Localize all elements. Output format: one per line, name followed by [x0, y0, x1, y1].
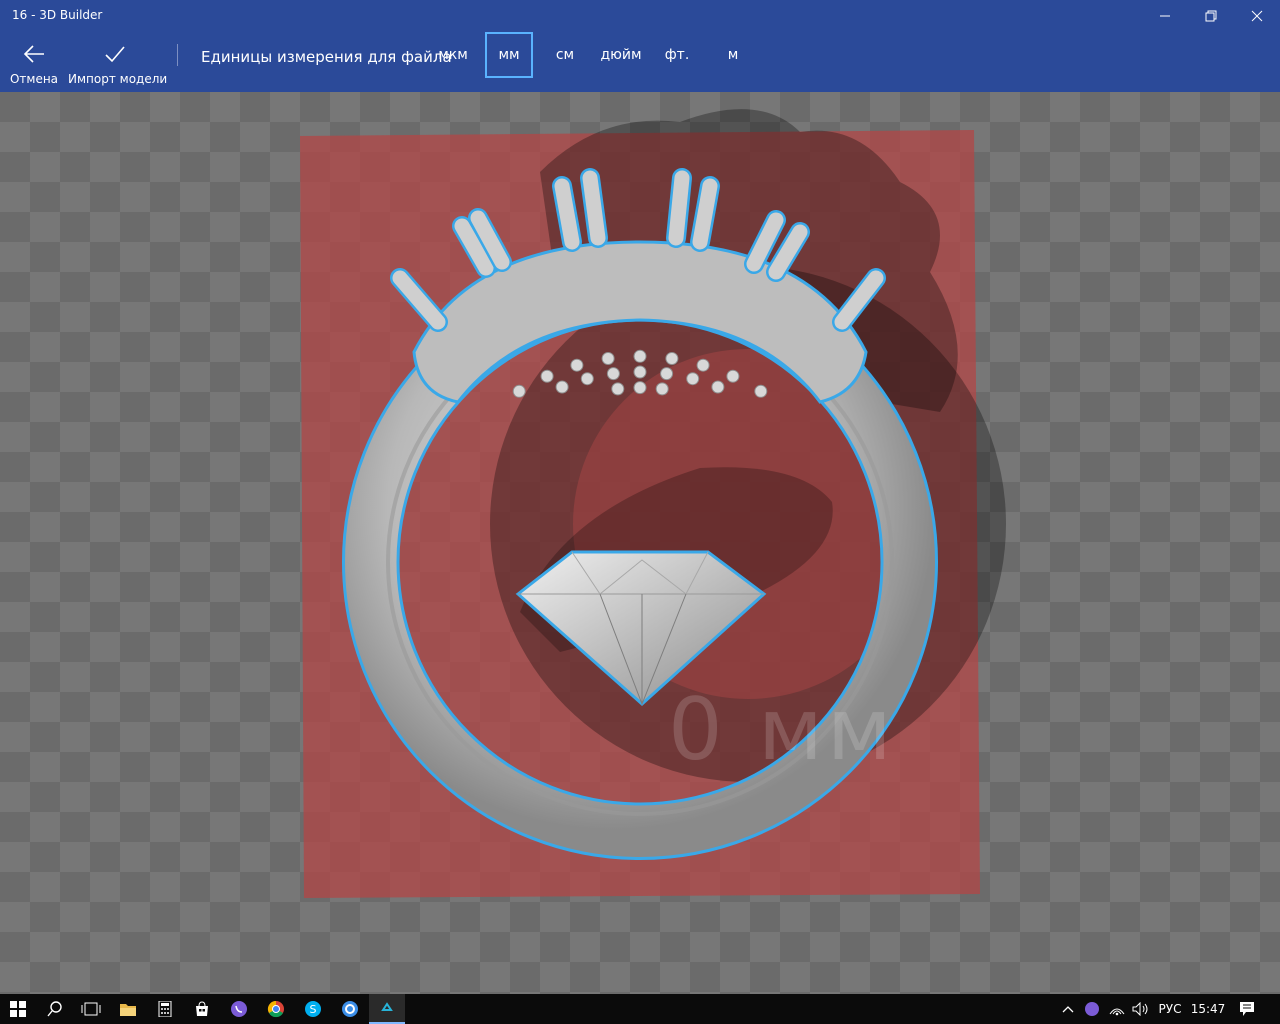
start-button[interactable] [0, 994, 36, 1024]
crown-bead [665, 352, 679, 365]
units-label: Единицы измерения для файла [201, 48, 452, 66]
taskbar-calculator[interactable] [147, 994, 183, 1024]
crown-bead [633, 365, 647, 379]
title-bar: 16 - 3D Builder [0, 0, 1280, 32]
import-model-button[interactable]: Импорт модели [68, 32, 168, 92]
chevron-up-icon [1062, 1006, 1074, 1013]
windows-start-icon [10, 1001, 26, 1017]
close-button[interactable] [1234, 0, 1280, 32]
cancel-label: Отмена [9, 72, 59, 86]
chrome-icon [267, 1000, 284, 1018]
taskbar-app-browser[interactable] [332, 994, 368, 1024]
crown-bead [606, 367, 620, 381]
prong [668, 170, 690, 246]
crown-bead [711, 380, 725, 394]
tray-clock[interactable]: 15:47 [1190, 994, 1226, 1024]
calculator-icon [158, 1001, 172, 1017]
crown-bead [655, 382, 669, 396]
prong [692, 178, 718, 250]
taskbar-skype[interactable]: S [295, 994, 331, 1024]
model-size-label: 0 мм [668, 680, 896, 780]
svg-text:S: S [310, 1003, 317, 1016]
skype-icon: S [305, 1001, 321, 1017]
task-view-button[interactable] [73, 994, 109, 1024]
toolbar-separator [177, 44, 178, 66]
3d-viewport[interactable]: 0 мм [0, 92, 1280, 994]
wifi-icon [1109, 1008, 1125, 1016]
tray-network[interactable] [1106, 994, 1128, 1024]
action-center-button[interactable] [1234, 994, 1260, 1024]
checkmark-icon [105, 46, 125, 63]
taskbar-3d-builder[interactable] [369, 994, 405, 1024]
volume-icon [1132, 1002, 1148, 1016]
store-icon [196, 1001, 208, 1016]
3d-builder-icon [381, 1002, 393, 1011]
crown-bead [754, 384, 768, 398]
task-view-icon [81, 1002, 101, 1016]
crown-bead [555, 380, 569, 394]
crown-bead [696, 358, 710, 372]
prong [582, 170, 606, 246]
minimize-button[interactable] [1142, 0, 1188, 32]
taskbar: S РУС 15:47 [0, 994, 1280, 1024]
clock-time: 15:47 [1190, 1002, 1226, 1016]
unit-option-ft[interactable]: фт. [660, 32, 694, 78]
language-indicator: РУС [1158, 1002, 1182, 1016]
crown-bead [540, 369, 554, 383]
search-button[interactable] [37, 994, 73, 1024]
unit-option-cm[interactable]: см [546, 32, 584, 78]
tray-language[interactable]: РУС [1154, 994, 1186, 1024]
unit-option-m[interactable]: м [718, 32, 748, 78]
unit-option-mm[interactable]: мм [485, 32, 533, 78]
crown-bead [601, 352, 615, 365]
command-bar: Отмена Импорт модели Единицы измерения д… [0, 32, 1280, 92]
unit-option-inch[interactable]: дюйм [596, 32, 646, 78]
taskbar-file-explorer[interactable] [110, 994, 146, 1024]
minimize-icon [1160, 15, 1170, 17]
tray-volume[interactable] [1130, 994, 1152, 1024]
crown-bead [633, 381, 647, 395]
folder-icon [120, 1004, 136, 1016]
crown-bead [726, 369, 740, 383]
taskbar-chrome[interactable] [258, 994, 294, 1024]
taskbar-store[interactable] [184, 994, 220, 1024]
window-title: 16 - 3D Builder [12, 8, 103, 22]
crown-bead [686, 372, 700, 386]
show-hidden-icons-button[interactable] [1058, 994, 1078, 1024]
crown-bead [512, 384, 526, 398]
crown-bead [580, 372, 594, 386]
unit-option-um[interactable]: мкм [432, 32, 474, 78]
viber-icon [1085, 1002, 1099, 1016]
import-model-label: Импорт модели [68, 72, 168, 86]
search-icon [47, 1001, 62, 1017]
app-browser-icon [342, 1001, 358, 1017]
3d-scene[interactable] [0, 92, 1280, 994]
crown-bead [611, 382, 625, 396]
close-icon [1251, 10, 1263, 22]
taskbar-viber[interactable] [221, 994, 257, 1024]
prong [554, 178, 580, 250]
notification-icon [1240, 1002, 1254, 1016]
crown-bead [633, 349, 647, 363]
viber-icon [231, 1001, 247, 1017]
back-arrow-icon [23, 45, 44, 63]
crown-bead [660, 367, 674, 381]
tray-viber[interactable] [1082, 994, 1102, 1024]
restore-icon [1205, 10, 1217, 22]
cancel-button[interactable]: Отмена [6, 32, 62, 92]
crown-bead [570, 358, 584, 372]
restore-button[interactable] [1188, 0, 1234, 32]
